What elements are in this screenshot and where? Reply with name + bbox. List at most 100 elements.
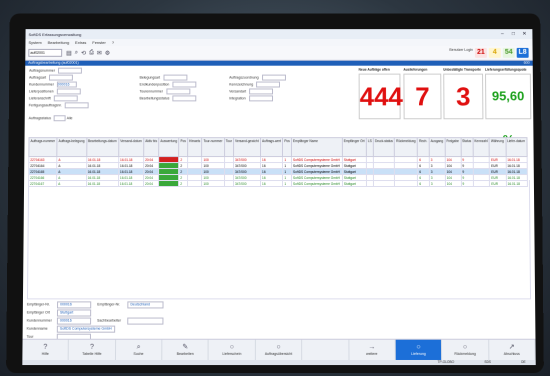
- detail-value[interactable]: [127, 317, 164, 325]
- function-button[interactable]: ✎ Bearbeiten: [162, 339, 210, 360]
- filter-label: Tourennummer: [140, 88, 190, 95]
- column-header[interactable]: Liefer-datum: [505, 137, 528, 157]
- column-header[interactable]: Tour-nummer: [201, 137, 225, 157]
- filter-field[interactable]: [53, 95, 78, 102]
- column-header[interactable]: Tour: [224, 137, 234, 157]
- badge-yellow[interactable]: 4: [488, 47, 501, 58]
- column-header[interactable]: Ausgang: [429, 137, 445, 157]
- function-button[interactable]: ○ Rückmeldung: [442, 339, 489, 360]
- detail-label: Kundennummer: [26, 318, 52, 323]
- app-screen: SoftDS Erfassungsverwaltung – □ ✕ System…: [22, 29, 536, 366]
- badge-red[interactable]: 21: [474, 47, 487, 58]
- detail-value[interactable]: Deutschland: [127, 300, 164, 308]
- function-icon: ○: [276, 343, 281, 351]
- kpi-fulfilment-rate[interactable]: 95,60 %: [485, 73, 532, 147]
- column-header[interactable]: Versand-gewicht: [233, 137, 261, 157]
- filter-field[interactable]: [56, 88, 81, 95]
- filter-label: Versandart: [229, 88, 273, 95]
- column-header[interactable]: Freigabe: [444, 137, 461, 157]
- function-button[interactable]: ↗ Abschluss: [488, 339, 536, 360]
- column-header[interactable]: Status: [460, 137, 474, 157]
- function-button[interactable]: ○ Lieferung: [395, 339, 443, 360]
- filter-field[interactable]: [165, 88, 190, 95]
- menu-bearbeitung[interactable]: Bearbeitung: [48, 40, 69, 45]
- column-header[interactable]: Rech.: [417, 137, 430, 157]
- detail-value[interactable]: 000016: [57, 300, 92, 308]
- print-icon[interactable]: ⎙: [89, 49, 94, 56]
- column-header[interactable]: Versand-datum: [118, 137, 144, 157]
- filter-field[interactable]: [57, 67, 82, 74]
- column-header[interactable]: Druck-status: [373, 137, 395, 157]
- list-icon[interactable]: ▤: [66, 49, 72, 56]
- filter-label: Auftragsnummer: [29, 67, 82, 74]
- column-header[interactable]: Auswertung: [158, 137, 179, 157]
- title-bar: SoftDS Erfassungsverwaltung – □ ✕: [25, 29, 533, 40]
- column-header[interactable]: Empfänger Ort: [342, 137, 367, 157]
- kpi-deliveries[interactable]: 7: [403, 73, 442, 120]
- menu-help[interactable]: ?: [112, 40, 114, 45]
- kpi-transports[interactable]: 3: [443, 73, 484, 120]
- customer-number-field[interactable]: 000016: [56, 81, 77, 88]
- column-header[interactable]: Währung: [489, 137, 506, 157]
- column-header[interactable]: Empfänger Name: [291, 137, 343, 157]
- column-header[interactable]: Bearbeitungs-datum: [86, 137, 119, 157]
- refresh-icon[interactable]: ⟲: [81, 49, 86, 56]
- filter-field[interactable]: [49, 74, 74, 81]
- function-icon: ↗: [508, 343, 515, 351]
- function-button[interactable]: ⌕ Suche: [115, 339, 163, 360]
- function-button[interactable]: [302, 339, 349, 360]
- function-label: weitere: [366, 351, 378, 356]
- filter-field[interactable]: [261, 74, 286, 81]
- function-button[interactable]: ? Hilfe: [22, 339, 70, 360]
- detail-value[interactable]: SoftDS Computersysteme GmbH: [56, 325, 115, 333]
- function-label: Tabelle Hilfe: [82, 351, 102, 356]
- column-header[interactable]: Hinweis: [187, 137, 202, 157]
- column-header[interactable]: Auftrags-belegung: [56, 137, 87, 157]
- column-header[interactable]: LS: [366, 137, 374, 157]
- filter-label: Lieferanschrift: [29, 95, 78, 102]
- menu-fenster[interactable]: Fenster: [92, 40, 106, 45]
- function-button[interactable]: ○ Lieferschein: [209, 339, 256, 360]
- function-button[interactable]: ? Tabelle Hilfe: [69, 339, 116, 360]
- filter-field[interactable]: [256, 81, 281, 88]
- filter-label: Endkundenposition: [140, 81, 197, 88]
- filter-field[interactable]: [172, 81, 197, 88]
- column-header[interactable]: Kennzahl: [472, 137, 490, 157]
- column-header[interactable]: Auftrags-wert: [260, 137, 283, 157]
- column-header[interactable]: Auftrags-nummer: [28, 137, 58, 157]
- search-icon[interactable]: ⌕: [75, 49, 78, 56]
- detail-value[interactable]: 000016: [56, 317, 92, 325]
- settings-icon[interactable]: ⚙: [105, 49, 110, 56]
- status-select[interactable]: [53, 115, 66, 122]
- function-bar: ? Hilfe? Tabelle Hilfe ⌕ Suche ✎ Bearbeiten ○ Li…: [22, 338, 536, 360]
- kpi-open-orders[interactable]: 444: [358, 73, 403, 120]
- detail-value[interactable]: Stuttgart: [56, 308, 92, 317]
- function-button[interactable]: ○ Auftragsübersicht: [255, 339, 303, 360]
- column-header[interactable]: Rückmeldung: [394, 137, 418, 157]
- menu-bar: System Bearbeitung Extras Fenster ?: [25, 39, 533, 46]
- search-input[interactable]: auf02001: [28, 48, 63, 57]
- user-box: Benutzer Login: [449, 48, 472, 52]
- function-icon: ⌕: [136, 343, 141, 351]
- column-header[interactable]: Aktiv bis: [143, 137, 159, 157]
- mail-icon[interactable]: ✉: [97, 49, 102, 56]
- menu-extras[interactable]: Extras: [75, 40, 86, 45]
- column-header[interactable]: Pos: [282, 137, 292, 157]
- filter-field[interactable]: [248, 95, 273, 102]
- filter-field[interactable]: [249, 88, 273, 95]
- toolbar: auf02001 ▤ ⌕ ⟲ ⎙ ✉ ⚙ Benutzer Login 21 4…: [25, 45, 533, 61]
- badge-green[interactable]: 54: [502, 47, 515, 58]
- column-header[interactable]: Pos: [178, 137, 188, 157]
- minimize-button[interactable]: –: [497, 31, 507, 37]
- function-label: Lieferung: [411, 351, 426, 356]
- maximize-button[interactable]: □: [508, 31, 518, 37]
- filter-field[interactable]: [172, 95, 197, 102]
- badge-blue[interactable]: L8: [516, 47, 529, 58]
- menu-system[interactable]: System: [28, 40, 41, 45]
- function-icon: ✎: [182, 343, 189, 351]
- filter-field[interactable]: [64, 102, 89, 109]
- close-button[interactable]: ✕: [519, 31, 529, 37]
- status-right: DE: [521, 359, 526, 365]
- filter-field[interactable]: [163, 74, 188, 81]
- function-button[interactable]: → weitere: [348, 339, 396, 360]
